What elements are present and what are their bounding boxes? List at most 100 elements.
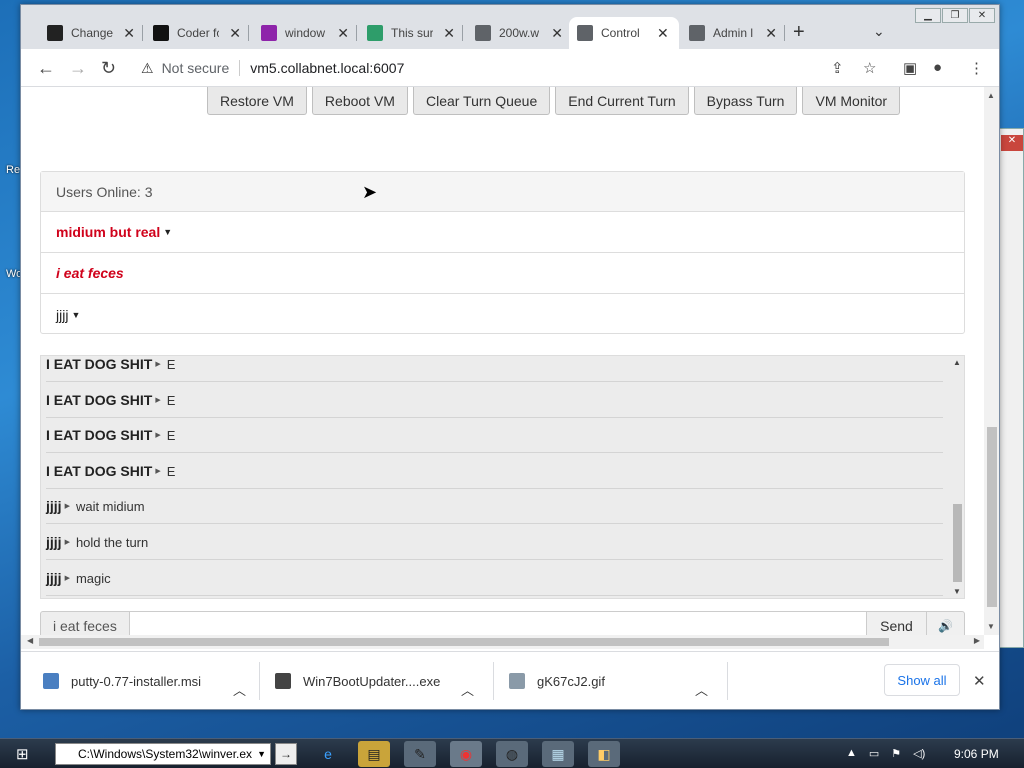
tab-search-chevron-icon[interactable]: ⌄ <box>873 23 885 40</box>
caret-right-icon[interactable]: ▶ <box>155 360 160 368</box>
chat-log[interactable]: I EAT DOG SHIT ▶ E I EAT DOG SHIT ▶ E I EAT DO… <box>40 355 965 599</box>
background-window[interactable]: ✕ <box>998 128 1024 648</box>
download-filename[interactable]: putty-0.77-installer.msi <box>71 674 201 689</box>
vm-button-restore-vm[interactable]: Restore VM <box>207 87 307 115</box>
browser-tab[interactable]: 200w.w ✕ <box>467 17 571 49</box>
download-item[interactable]: Win7BootUpdater....exe <box>275 666 440 696</box>
app-icon[interactable]: ◍ <box>496 741 528 767</box>
chat-username[interactable]: I EAT DOG SHIT <box>46 463 152 479</box>
folder-icon[interactable]: ▤ <box>358 741 390 767</box>
caret-down-icon[interactable]: ▼ <box>163 227 172 237</box>
tab-close-icon[interactable]: ✕ <box>765 25 777 42</box>
send-button[interactable]: Send <box>867 611 927 635</box>
paint-icon[interactable]: ✎ <box>404 741 436 767</box>
tray-expand-icon[interactable]: ▲ <box>846 747 857 760</box>
volume-icon[interactable]: 🔊 <box>927 611 965 635</box>
tab-close-icon[interactable]: ✕ <box>657 25 669 42</box>
sidebar-icon[interactable]: ▣ <box>903 59 917 77</box>
caret-right-icon[interactable]: ▶ <box>155 431 160 439</box>
user-name[interactable]: midium but real <box>56 224 160 240</box>
go-arrow-icon[interactable]: → <box>275 743 297 765</box>
browser-tab[interactable]: Change ✕ <box>39 17 143 49</box>
edge-icon[interactable]: e <box>312 741 344 767</box>
chat-username[interactable]: jjjj <box>46 534 62 550</box>
close-icon[interactable]: ✕ <box>969 8 995 23</box>
tab-close-icon[interactable]: ✕ <box>551 25 563 42</box>
chrome-icon[interactable]: ◉ <box>450 741 482 767</box>
download-filename[interactable]: gK67cJ2.gif <box>537 674 605 689</box>
browser-tab[interactable]: This sur ✕ <box>359 17 463 49</box>
network-icon[interactable]: ▭ <box>869 747 879 760</box>
notepad-icon[interactable]: ▦ <box>542 741 574 767</box>
chevron-up-icon[interactable]: ︿ <box>233 674 246 704</box>
chevron-up-icon[interactable]: ︿ <box>695 674 708 704</box>
chat-message-input[interactable] <box>130 611 867 635</box>
security-label[interactable]: Not secure <box>162 60 230 76</box>
speaker-icon[interactable]: ◁) <box>913 747 925 760</box>
flag-icon[interactable]: ⚑ <box>891 747 901 760</box>
forward-arrow-icon[interactable]: → <box>69 58 87 79</box>
caret-right-icon[interactable]: ▶ <box>155 467 160 475</box>
show-all-downloads-button[interactable]: Show all <box>884 664 960 696</box>
vm-button-end-current-turn[interactable]: End Current Turn <box>555 87 689 115</box>
caret-right-icon[interactable]: ▶ <box>65 538 70 546</box>
chat-username[interactable]: jjjj <box>46 498 62 514</box>
browser-tab[interactable]: Coder fc ✕ <box>145 17 249 49</box>
scroll-down-icon[interactable]: ▼ <box>953 587 961 596</box>
menu-kebab-icon[interactable]: ⋮ <box>969 59 984 77</box>
chat-username[interactable]: I EAT DOG SHIT <box>46 392 152 408</box>
caret-right-icon[interactable]: ▶ <box>65 502 70 510</box>
scroll-left-icon[interactable]: ◀ <box>27 636 33 645</box>
profile-icon[interactable]: ● <box>933 59 942 76</box>
scroll-down-icon[interactable]: ▼ <box>987 622 995 631</box>
vm-button-clear-turn-queue[interactable]: Clear Turn Queue <box>412 87 551 115</box>
scroll-up-icon[interactable]: ▲ <box>987 91 995 100</box>
download-item[interactable]: putty-0.77-installer.msi <box>43 666 201 696</box>
run-address-box[interactable]: C:\Windows\System32\winver.ex ▼ <box>55 743 271 765</box>
download-item[interactable]: gK67cJ2.gif <box>509 666 605 696</box>
page-horizontal-scrollbar[interactable]: ◀ ▶ <box>21 635 984 649</box>
tab-close-icon[interactable]: ✕ <box>229 25 241 42</box>
clock[interactable]: 9:06 PM <box>954 747 999 761</box>
windows-start-icon[interactable]: ⊞ <box>16 745 29 763</box>
share-icon[interactable]: ⇪ <box>831 59 844 77</box>
chevron-up-icon[interactable]: ︿ <box>461 674 474 704</box>
star-icon[interactable]: ☆ <box>863 59 876 77</box>
url-text[interactable]: vm5.collabnet.local:6007 <box>250 60 404 76</box>
scrollbar-thumb[interactable] <box>39 638 889 646</box>
chevron-down-icon[interactable]: ▼ <box>257 749 266 759</box>
tab-close-icon[interactable]: ✕ <box>337 25 349 42</box>
desktop-icon-label[interactable]: Re <box>6 164 20 176</box>
user-name[interactable]: i eat feces <box>56 265 124 281</box>
chat-username[interactable]: I EAT DOG SHIT <box>46 356 152 372</box>
reload-icon[interactable]: ↻ <box>101 58 116 79</box>
scrollbar-thumb[interactable] <box>987 427 997 607</box>
scrollbar-thumb[interactable] <box>953 504 962 582</box>
minimize-icon[interactable]: ▁ <box>915 8 941 23</box>
page-vertical-scrollbar[interactable]: ▲ ▼ <box>984 87 999 635</box>
browser-tab[interactable]: window ✕ <box>253 17 357 49</box>
caret-right-icon[interactable]: ▶ <box>65 574 70 582</box>
browser-tab[interactable]: Control ✕ <box>569 17 679 49</box>
back-arrow-icon[interactable]: ← <box>37 58 55 79</box>
chat-scrollbar[interactable]: ▲ ▼ <box>949 356 964 598</box>
chat-username[interactable]: i eat feces <box>40 611 130 635</box>
vm-button-vm-monitor[interactable]: VM Monitor <box>802 87 901 115</box>
address-bar[interactable]: ⚠ Not secure vm5.collabnet.local:6007 <box>133 54 893 82</box>
caret-right-icon[interactable]: ▶ <box>155 396 160 404</box>
system-icon[interactable]: ◧ <box>588 741 620 767</box>
run-path[interactable]: C:\Windows\System32\winver.ex <box>78 747 252 761</box>
user-row[interactable]: i eat feces <box>41 253 964 294</box>
scroll-right-icon[interactable]: ▶ <box>974 636 980 645</box>
new-tab-button[interactable]: + <box>793 21 805 44</box>
browser-tab[interactable]: Admin l ✕ <box>681 17 785 49</box>
tab-close-icon[interactable]: ✕ <box>123 25 135 42</box>
caret-down-icon[interactable]: ▼ <box>71 310 80 320</box>
vm-button-reboot-vm[interactable]: Reboot VM <box>311 87 408 115</box>
user-row[interactable]: jjjj ▼ <box>41 294 964 335</box>
tab-close-icon[interactable]: ✕ <box>443 25 455 42</box>
user-name[interactable]: jjjj <box>56 307 68 323</box>
close-icon[interactable]: ✕ <box>973 672 986 690</box>
user-row[interactable]: midium but real ▼ <box>41 212 964 253</box>
warning-icon[interactable]: ⚠ <box>141 60 154 77</box>
